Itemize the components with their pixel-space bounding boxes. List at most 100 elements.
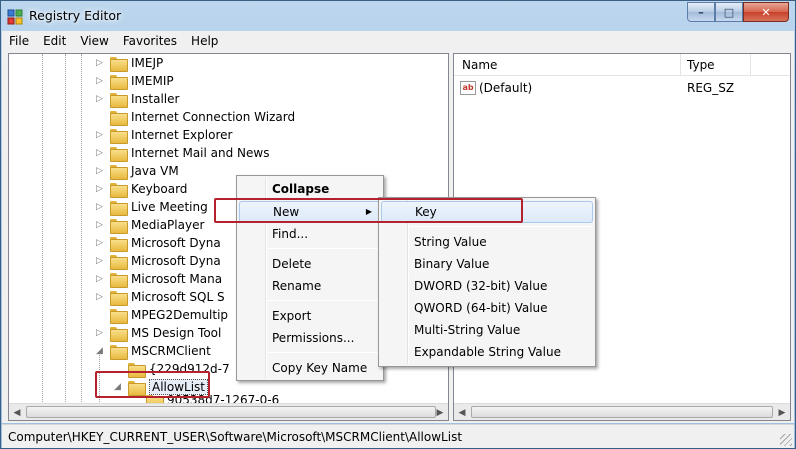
- value-name: (Default): [479, 81, 533, 95]
- expand-arrow-icon[interactable]: ▷: [95, 166, 104, 176]
- menu-separator: [267, 300, 381, 301]
- tree-item-label: IMEMIP: [131, 74, 174, 88]
- tree-item[interactable]: ▷ MediaPlayer: [95, 216, 204, 234]
- menu-item-export[interactable]: Export: [239, 305, 381, 327]
- folder-icon: [110, 236, 128, 252]
- tree-item-label: Microsoft SQL S: [131, 290, 225, 304]
- tree-item[interactable]: ▷ Live Meeting: [95, 198, 208, 216]
- column-divider[interactable]: [680, 54, 681, 76]
- folder-icon: [110, 254, 128, 270]
- expand-arrow-icon[interactable]: ▷: [95, 238, 104, 248]
- submenu-item-binary-value[interactable]: Binary Value: [381, 253, 593, 275]
- collapse-arrow-icon[interactable]: ◢: [95, 346, 104, 356]
- tree-item-label: Installer: [131, 92, 180, 106]
- scroll-right-icon[interactable]: ▶: [775, 406, 789, 419]
- scrollbar-thumb[interactable]: [471, 406, 773, 418]
- tree-item[interactable]: ▷ Microsoft Mana: [95, 270, 222, 288]
- expand-arrow-icon[interactable]: ▷: [95, 58, 104, 68]
- window-title: Registry Editor: [29, 8, 122, 23]
- expand-arrow-icon[interactable]: ▷: [95, 130, 104, 140]
- expand-arrow-icon[interactable]: ▷: [95, 184, 104, 194]
- menu-edit[interactable]: Edit: [36, 34, 73, 48]
- expand-arrow-icon: [95, 113, 104, 122]
- list-row[interactable]: ab (Default) REG_SZ: [454, 80, 790, 98]
- menu-bar: File Edit View Favorites Help: [2, 31, 794, 51]
- tree-item-label: Keyboard: [131, 182, 188, 196]
- menu-help[interactable]: Help: [184, 34, 225, 48]
- expand-arrow-icon[interactable]: ▷: [95, 202, 104, 212]
- tree-item[interactable]: ▷ Keyboard: [95, 180, 187, 198]
- submenu-item-string-value[interactable]: String Value: [381, 231, 593, 253]
- expand-arrow-icon[interactable]: ▷: [95, 292, 104, 302]
- tree-item[interactable]: ▷ Installer: [95, 90, 179, 108]
- expand-arrow-icon[interactable]: ▷: [95, 76, 104, 86]
- tree-guide-line: [81, 54, 82, 404]
- submenu-item-multi-string-value[interactable]: Multi-String Value: [381, 319, 593, 341]
- close-button[interactable]: ✕: [743, 2, 789, 22]
- resize-grip-icon[interactable]: [780, 434, 792, 446]
- menu-separator: [267, 248, 381, 249]
- menu-item-collapse[interactable]: Collapse: [239, 178, 381, 200]
- status-path: Computer\HKEY_CURRENT_USER\Software\Micr…: [8, 430, 463, 444]
- tree-item[interactable]: Internet Connection Wizard: [95, 108, 295, 126]
- menu-favorites[interactable]: Favorites: [116, 34, 184, 48]
- folder-icon: [110, 290, 128, 306]
- submenu-item-expandable-string-value[interactable]: Expandable String Value: [381, 341, 593, 363]
- column-divider[interactable]: [750, 54, 751, 76]
- tree-item-label: MS Design Tool: [131, 326, 222, 340]
- menu-item-permissions[interactable]: Permissions...: [239, 327, 381, 349]
- menu-file[interactable]: File: [2, 34, 36, 48]
- scroll-right-icon[interactable]: ▶: [433, 406, 447, 419]
- tree-guide-line: [42, 54, 43, 404]
- tree-item[interactable]: MPEG2Demultip: [95, 306, 228, 324]
- tree-item[interactable]: ▷ Java VM: [95, 162, 179, 180]
- tree-item[interactable]: ▷ IMEJP: [95, 54, 163, 72]
- tree-item[interactable]: ▷ Internet Mail and News: [95, 144, 269, 162]
- scrollbar-thumb[interactable]: [26, 406, 436, 418]
- menu-item-rename[interactable]: Rename: [239, 275, 381, 297]
- list-horizontal-scrollbar[interactable]: ◀ ▶: [454, 403, 790, 420]
- menu-item-delete[interactable]: Delete: [239, 253, 381, 275]
- submenu-item-dword-value[interactable]: DWORD (32-bit) Value: [381, 275, 593, 297]
- folder-icon: [110, 200, 128, 216]
- folder-icon: [110, 182, 128, 198]
- tree-horizontal-scrollbar[interactable]: ◀ ▶: [9, 403, 448, 420]
- tree-item[interactable]: ▷ MS Design Tool: [95, 324, 221, 342]
- tree-item-mscrmclient[interactable]: ◢ MSCRMClient: [95, 342, 211, 360]
- tree-item[interactable]: ▷ Microsoft SQL S: [95, 288, 225, 306]
- tree-item[interactable]: ▷ IMEMIP: [95, 72, 174, 90]
- scroll-left-icon[interactable]: ◀: [10, 406, 24, 419]
- highlight-new-key-box: [214, 198, 523, 223]
- tree-item-label: Internet Explorer: [131, 128, 233, 142]
- submenu-item-qword-value[interactable]: QWORD (64-bit) Value: [381, 297, 593, 319]
- expand-arrow-icon[interactable]: ▷: [95, 256, 104, 266]
- expand-arrow-icon[interactable]: ▷: [95, 274, 104, 284]
- tree-item-label: MSCRMClient: [131, 344, 211, 358]
- tree-item[interactable]: ▷ Microsoft Dyna: [95, 234, 221, 252]
- minimize-button[interactable]: –: [687, 2, 715, 22]
- expand-arrow-icon[interactable]: ▷: [95, 328, 104, 338]
- folder-icon: [110, 326, 128, 342]
- tree-item-label: Microsoft Dyna: [131, 254, 221, 268]
- column-header-name[interactable]: Name: [462, 58, 497, 72]
- tree-item[interactable]: ▷ Microsoft Dyna: [95, 252, 221, 270]
- folder-icon: [110, 218, 128, 234]
- menu-separator: [409, 226, 593, 227]
- tree-item-label: Java VM: [131, 164, 179, 178]
- expand-arrow-icon[interactable]: ▷: [95, 220, 104, 230]
- tree-item[interactable]: ▷ Internet Explorer: [95, 126, 232, 144]
- folder-icon: [110, 56, 128, 72]
- menu-item-find[interactable]: Find...: [239, 223, 381, 245]
- menu-item-copy-key-name[interactable]: Copy Key Name: [239, 357, 381, 379]
- expand-arrow-icon[interactable]: ▷: [95, 94, 104, 104]
- scroll-left-icon[interactable]: ◀: [455, 406, 469, 419]
- expand-arrow-icon[interactable]: ▷: [95, 148, 104, 158]
- folder-icon: [110, 128, 128, 144]
- folder-icon: [110, 272, 128, 288]
- column-header-type[interactable]: Type: [687, 58, 715, 72]
- title-bar[interactable]: Registry Editor – □ ✕: [1, 1, 795, 31]
- maximize-button[interactable]: □: [715, 2, 743, 22]
- folder-icon: [110, 110, 128, 126]
- menu-view[interactable]: View: [73, 34, 115, 48]
- registry-app-icon: [7, 9, 23, 25]
